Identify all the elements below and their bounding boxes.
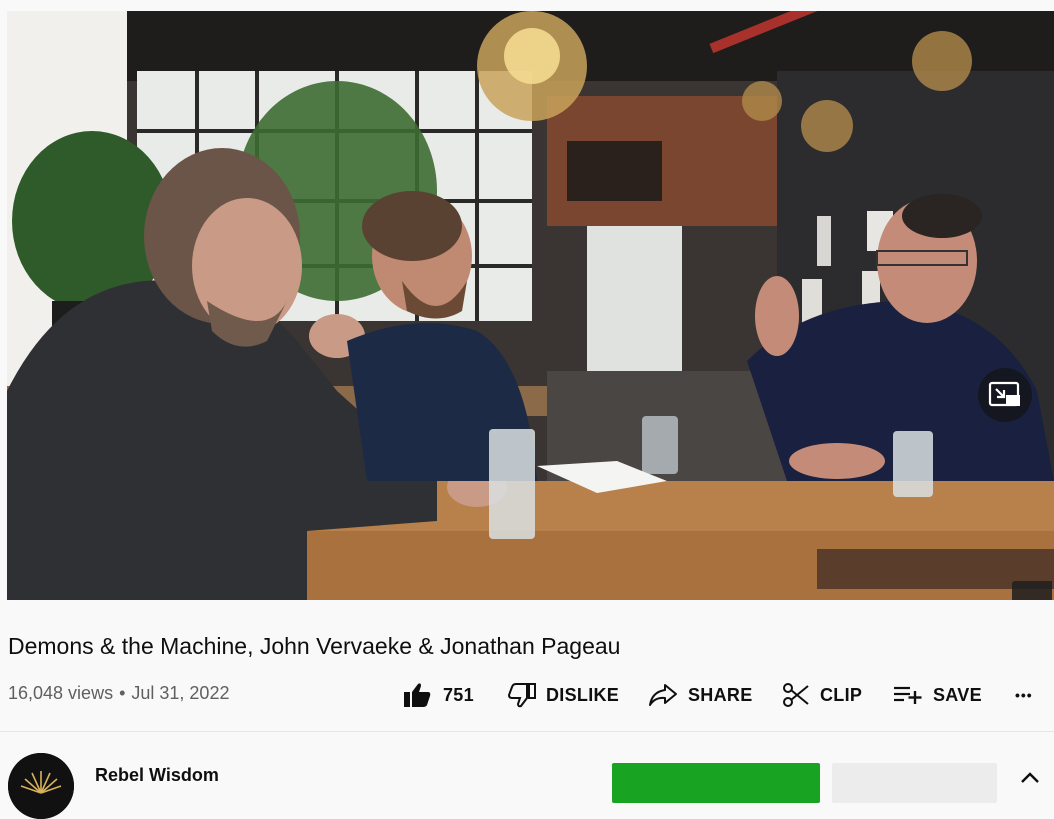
like-button[interactable]: 751 [403, 676, 474, 714]
thumb-up-icon [404, 683, 431, 707]
playlist-add-icon [894, 686, 922, 704]
chevron-up-icon[interactable] [1018, 770, 1042, 784]
dislike-label: DISLIKE [546, 684, 620, 705]
thumb-down-icon [508, 683, 536, 708]
section-divider [0, 731, 1054, 732]
clip-label: CLIP [820, 684, 863, 705]
video-title: Demons & the Machine, John Vervaeke & Jo… [8, 633, 621, 659]
clip-button[interactable]: CLIP [782, 676, 862, 714]
player-control-corner[interactable] [1012, 581, 1052, 600]
video-actions: 751 DISLIKE SHARE CLIP SAVE ••• [395, 676, 1054, 714]
save-label: SAVE [933, 684, 982, 705]
meta-separator: • [119, 683, 126, 703]
more-dots-icon: ••• [1015, 687, 1033, 703]
share-label: SHARE [688, 684, 753, 705]
video-meta: 16,048 views • Jul 31, 2022 [8, 681, 229, 705]
scissors-icon [783, 683, 809, 707]
more-actions-button[interactable]: ••• [1015, 676, 1033, 714]
share-button[interactable]: SHARE [648, 676, 753, 714]
miniplayer-button[interactable] [978, 368, 1032, 422]
channel-row: Rebel Wisdom [0, 740, 1054, 819]
subscribed-button[interactable] [832, 763, 997, 803]
share-arrow-icon [649, 684, 677, 706]
channel-name[interactable]: Rebel Wisdom [95, 765, 219, 786]
save-button[interactable]: SAVE [893, 676, 982, 714]
like-count: 751 [443, 684, 474, 705]
channel-avatar[interactable] [8, 753, 74, 819]
channel-logo-icon [8, 753, 74, 819]
video-player[interactable] [7, 11, 1054, 600]
video-frame [7, 11, 1054, 600]
view-count: 16,048 views [8, 683, 114, 703]
miniplayer-icon [988, 381, 1020, 407]
dislike-button[interactable]: DISLIKE [508, 676, 619, 714]
upload-date: Jul 31, 2022 [131, 683, 230, 703]
join-button[interactable] [612, 763, 820, 803]
